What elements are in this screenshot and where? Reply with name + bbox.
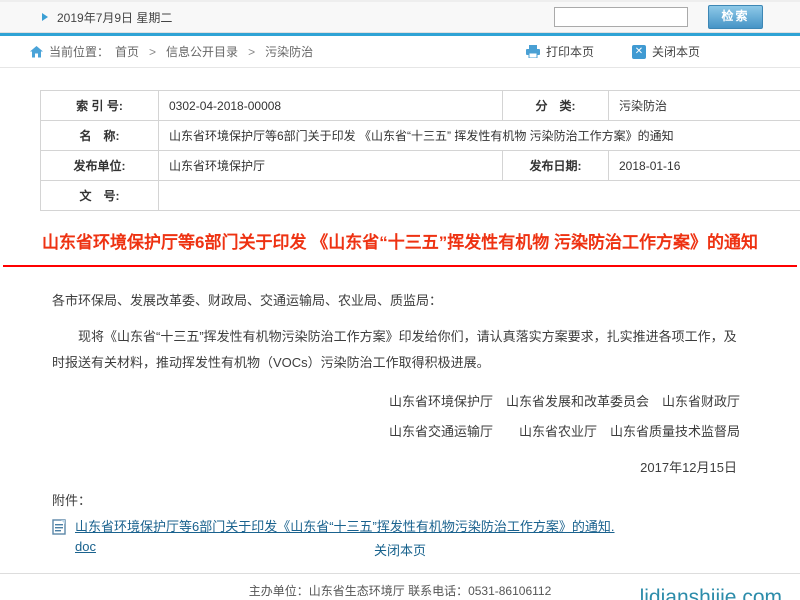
arrow-right-icon [42, 13, 48, 21]
close-icon: ✕ [632, 45, 646, 59]
close-page-label: 关闭本页 [652, 43, 700, 60]
table-row: 名 称: 山东省环境保护厅等6部门关于印发 《山东省“十三五” 挥发性有机物 污… [41, 121, 800, 151]
title-divider [3, 265, 797, 267]
title-value: 山东省环境保护厅等6部门关于印发 《山东省“十三五” 挥发性有机物 污染防治工作… [159, 121, 800, 151]
article-body: 各市环保局、发展改革委、财政局、交通运输局、农业局、质监局： 现将《山东省“十三… [0, 291, 800, 559]
breadcrumb-item-home[interactable]: 首页 [115, 43, 139, 60]
docnumber-value [159, 181, 800, 211]
publisher-value: 山东省环境保护厅 [159, 151, 503, 181]
breadcrumb: 当前位置： 首页 > 信息公开目录 > 污染防治 [30, 43, 313, 60]
close-page-link[interactable]: ✕ 关闭本页 [632, 43, 700, 60]
doc-file-icon [52, 519, 67, 535]
printer-icon [526, 45, 540, 58]
breadcrumb-separator: > [248, 45, 255, 59]
breadcrumb-bar: 当前位置： 首页 > 信息公开目录 > 污染防治 打印本页 ✕ 关闭本页 [0, 36, 800, 68]
pubdate-label: 发布日期: [503, 151, 609, 181]
breadcrumb-item-infodir[interactable]: 信息公开目录 [166, 43, 238, 60]
table-row: 发布单位: 山东省环境保护厅 发布日期: 2018-01-16 [41, 151, 800, 181]
index-number-label: 索 引 号: [41, 91, 159, 121]
article-paragraph: 现将《山东省“十三五”挥发性有机物污染防治工作方案》印发给你们，请认真落实方案要… [52, 324, 748, 377]
document-meta-table: 索 引 号: 0302-04-2018-00008 分 类: 污染防治 名 称:… [40, 90, 800, 211]
home-icon [30, 46, 43, 58]
category-value: 污染防治 [609, 91, 800, 121]
pubdate-value: 2018-01-16 [609, 151, 800, 181]
publisher-label: 发布单位: [41, 151, 159, 181]
search-button[interactable]: 检索 [708, 5, 763, 29]
footer: 主办单位：山东省生态环境厅 联系电话：0531-86106112 地址：济南市经… [0, 573, 800, 600]
top-bar: 2019年7月9日 星期二 检索 [0, 0, 800, 33]
table-row: 文 号: [41, 181, 800, 211]
page-tools: 打印本页 ✕ 关闭本页 [526, 43, 700, 60]
signature-line: 山东省交通运输厅 山东省农业厅 山东省质量技术监督局 [40, 424, 760, 441]
attachment-label: 附件： [52, 490, 748, 509]
article-title: 山东省环境保护厅等6部门关于印发 《山东省“十三五”挥发性有机物 污染防治工作方… [40, 228, 760, 253]
table-row: 索 引 号: 0302-04-2018-00008 分 类: 污染防治 [41, 91, 800, 121]
date-area: 2019年7月9日 星期二 [42, 9, 172, 26]
page: 2019年7月9日 星期二 检索 当前位置： 首页 > 信息公开目录 > 污染防… [0, 0, 800, 600]
index-number-value: 0302-04-2018-00008 [159, 91, 503, 121]
attachment-link[interactable]: 山东省环境保护厅等6部门关于印发《山东省“十三五”挥发性有机物污染防治工作方案》… [75, 517, 615, 557]
print-page-link[interactable]: 打印本页 [526, 43, 594, 60]
close-page-center-link[interactable]: 关闭本页 [374, 543, 426, 558]
category-label: 分 类: [503, 91, 609, 121]
current-date: 2019年7月9日 星期二 [57, 9, 172, 26]
watermark-text: lidianshijie.com [640, 586, 782, 600]
breadcrumb-prefix: 当前位置： [49, 43, 109, 60]
signature-line: 山东省环境保护厅 山东省发展和改革委员会 山东省财政厅 [40, 394, 760, 411]
search-area: 检索 [554, 5, 763, 29]
breadcrumb-item-pollution[interactable]: 污染防治 [265, 43, 313, 60]
main-content: 索 引 号: 0302-04-2018-00008 分 类: 污染防治 名 称:… [0, 90, 800, 253]
search-input[interactable] [554, 7, 688, 27]
docnumber-label: 文 号: [41, 181, 159, 211]
title-label: 名 称: [41, 121, 159, 151]
article-salutation: 各市环保局、发展改革委、财政局、交通运输局、农业局、质监局： [52, 291, 748, 312]
breadcrumb-separator: > [149, 45, 156, 59]
signature-date: 2017年12月15日 [40, 457, 760, 476]
print-page-label: 打印本页 [546, 43, 594, 60]
